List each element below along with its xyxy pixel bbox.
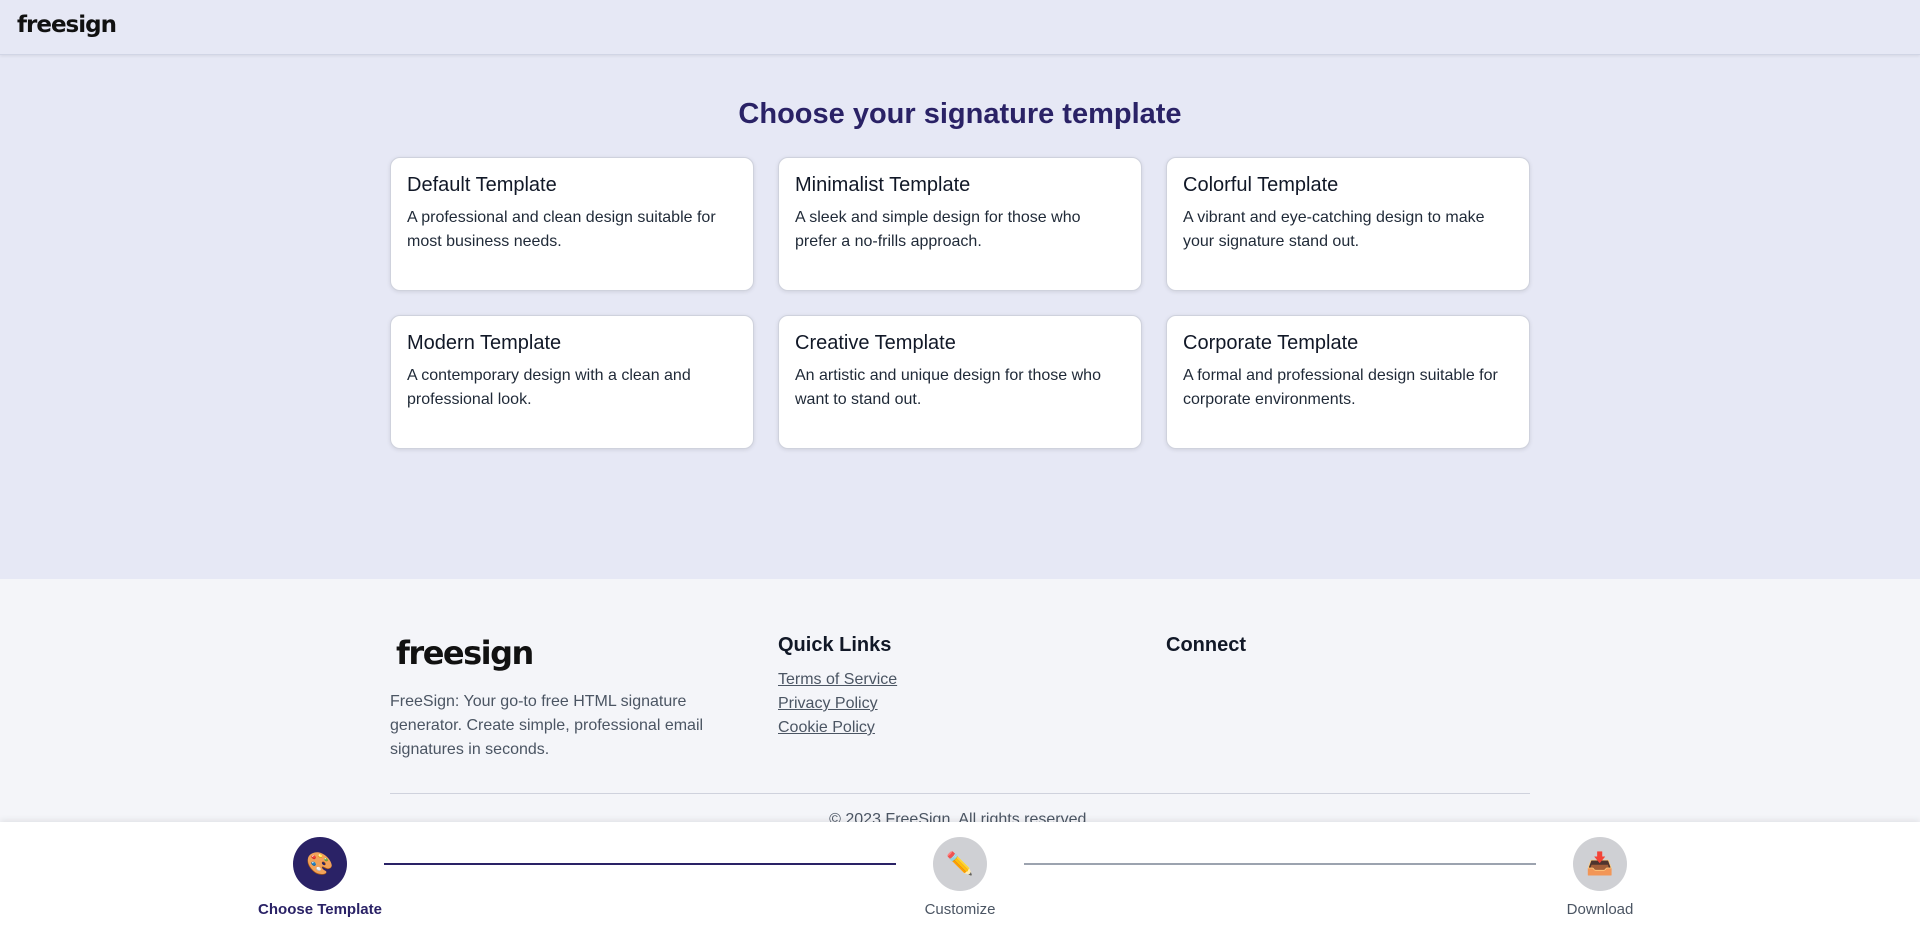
template-title: Colorful Template	[1183, 174, 1339, 196]
template-card-colorful[interactable]: Colorful Template A vibrant and eye-catc…	[1166, 157, 1530, 291]
footer-quick-links: Quick Links Terms of Service Privacy Pol…	[778, 634, 1118, 740]
privacy-policy-link[interactable]: Privacy Policy	[778, 692, 1118, 716]
template-description: A vibrant and eye-catching design to mak…	[1183, 209, 1485, 250]
step-label: Choose Template	[258, 901, 382, 918]
template-title: Default Template	[407, 174, 557, 196]
quick-links-heading: Quick Links	[778, 634, 892, 656]
terms-of-service-link[interactable]: Terms of Service	[778, 668, 1118, 692]
footer-about-text: FreeSign: Your go-to free HTML signature…	[390, 693, 704, 758]
template-description: A formal and professional design suitabl…	[1183, 367, 1498, 408]
template-card-modern[interactable]: Modern Template A contemporary design wi…	[390, 315, 754, 449]
step-connector-pending	[1024, 863, 1536, 865]
footer-logo: freesign	[396, 634, 534, 672]
pencil-icon[interactable]: ✏️	[933, 837, 987, 891]
template-card-minimalist[interactable]: Minimalist Template A sleek and simple d…	[778, 157, 1142, 291]
step-connector-done	[384, 863, 896, 865]
template-card-creative[interactable]: Creative Template An artistic and unique…	[778, 315, 1142, 449]
freesign-logo[interactable]: freesign	[17, 12, 117, 38]
footer-connect: Connect	[1166, 634, 1506, 668]
template-title: Modern Template	[407, 332, 562, 354]
step-label: Customize	[924, 901, 996, 918]
inbox-tray-icon[interactable]: 📥	[1573, 837, 1627, 891]
top-navbar: freesign	[0, 0, 1920, 55]
cookie-policy-link[interactable]: Cookie Policy	[778, 716, 1118, 740]
connect-heading: Connect	[1166, 634, 1246, 656]
step-customize[interactable]: ✏️ Customize	[890, 837, 1030, 918]
template-grid: Default Template A professional and clea…	[390, 157, 1530, 449]
template-description: An artistic and unique design for those …	[795, 367, 1101, 408]
step-download[interactable]: 📥 Download	[1530, 837, 1670, 918]
footer-divider	[390, 793, 1530, 794]
page-heading: Choose your signature template	[738, 98, 1182, 130]
template-description: A sleek and simple design for those who …	[795, 209, 1081, 250]
template-card-default[interactable]: Default Template A professional and clea…	[390, 157, 754, 291]
palette-icon[interactable]: 🎨	[293, 837, 347, 891]
template-title: Corporate Template	[1183, 332, 1359, 354]
template-selection-section: Choose your signature template Default T…	[0, 56, 1920, 579]
step-label: Download	[1566, 901, 1634, 918]
template-title: Creative Template	[795, 332, 956, 354]
step-choose-template[interactable]: 🎨 Choose Template	[250, 837, 390, 918]
template-card-corporate[interactable]: Corporate Template A formal and professi…	[1166, 315, 1530, 449]
template-description: A contemporary design with a clean and p…	[407, 367, 691, 408]
template-description: A professional and clean design suitable…	[407, 209, 716, 250]
template-title: Minimalist Template	[795, 174, 971, 196]
progress-stepper: 🎨 Choose Template ✏️ Customize 📥 Downloa…	[0, 822, 1920, 933]
footer-about-column: freesign FreeSign: Your go-to free HTML …	[390, 634, 730, 762]
